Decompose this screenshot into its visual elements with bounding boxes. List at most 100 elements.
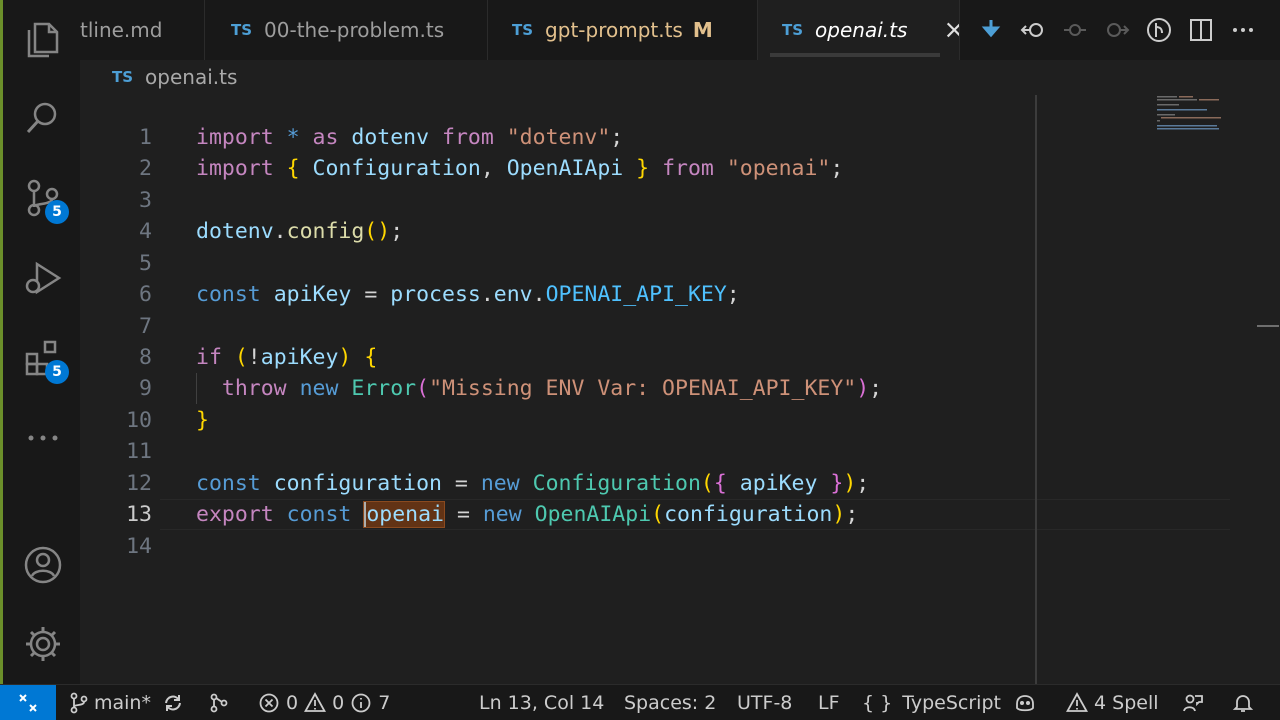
- extensions-button[interactable]: 5: [3, 328, 83, 388]
- info-icon: [351, 693, 371, 713]
- spell-check-indicator[interactable]: 4 Spell: [1066, 685, 1159, 720]
- tab-outline-md[interactable]: tline.md: [80, 0, 205, 60]
- line-number: 7: [139, 314, 152, 339]
- code-line[interactable]: 11: [80, 436, 1080, 467]
- notifications-button[interactable]: [1232, 685, 1254, 720]
- close-icon[interactable]: ×: [943, 15, 959, 45]
- code-line[interactable]: 14: [80, 531, 1080, 562]
- tab-openai[interactable]: TS openai.ts ×: [758, 0, 960, 60]
- branch-name: main*: [94, 692, 151, 714]
- line-number: 9: [139, 376, 152, 401]
- go-back-icon: [1020, 23, 1043, 37]
- arrow-down-button[interactable]: [970, 0, 1012, 60]
- info-count: 7: [378, 692, 391, 714]
- spell-label: 4 Spell: [1094, 692, 1159, 714]
- warning-icon: [1066, 692, 1088, 712]
- line-number: 13: [126, 502, 152, 527]
- code-line[interactable]: 9 throw new Error("Missing ENV Var: OPEN…: [80, 373, 1080, 404]
- bell-icon: [1232, 695, 1254, 712]
- editor-toolbar: [970, 0, 1264, 60]
- code-line[interactable]: 7: [80, 311, 1080, 342]
- code-line[interactable]: 6 const apiKey = process.env.OPENAI_API_…: [80, 279, 1080, 310]
- ts-file-icon: TS: [782, 21, 804, 39]
- go-back-button[interactable]: [1012, 0, 1054, 60]
- code-editor[interactable]: 1 import * as dotenv from "dotenv"; 2 im…: [80, 95, 1280, 684]
- line-number: 1: [139, 125, 152, 150]
- source-control-badge: 5: [45, 200, 69, 224]
- git-compare-icon: [1147, 18, 1171, 42]
- search-button[interactable]: [3, 88, 83, 148]
- encoding-selector[interactable]: UTF-8: [737, 685, 792, 720]
- indentation-selector[interactable]: Spaces: 2: [624, 685, 716, 720]
- code-text: }: [196, 408, 209, 433]
- tab-label: tline.md: [80, 18, 163, 42]
- code-line[interactable]: 12 const configuration = new Configurati…: [80, 468, 1080, 499]
- line-number: 14: [126, 534, 152, 559]
- code-text: export const openai = new OpenAIApi(conf…: [196, 501, 859, 528]
- line-number: 5: [139, 251, 152, 276]
- more-button[interactable]: [3, 408, 83, 468]
- explorer-button[interactable]: [3, 10, 83, 70]
- code-line[interactable]: 8 if (!apiKey) {: [80, 342, 1080, 373]
- scrollbar-marker[interactable]: [1257, 325, 1279, 327]
- code-text: if (!apiKey) {: [196, 345, 378, 370]
- tab-label: 00-the-problem.ts: [264, 18, 445, 42]
- eol-selector[interactable]: LF: [818, 685, 840, 720]
- search-icon: [26, 102, 57, 134]
- feedback-button[interactable]: [1182, 685, 1204, 720]
- code-text: throw new Error("Missing ENV Var: OPENAI…: [221, 376, 883, 401]
- code-text: const apiKey = process.env.OPENAI_API_KE…: [196, 282, 740, 307]
- code-text: const configuration = new Configuration(…: [196, 471, 870, 496]
- breadcrumb-file[interactable]: openai.ts: [145, 65, 237, 89]
- ellipsis-icon: [1233, 28, 1253, 32]
- minimap[interactable]: [1155, 95, 1235, 135]
- activity-bar: 5 5: [0, 0, 80, 684]
- breadcrumb[interactable]: TS openai.ts: [112, 62, 237, 92]
- source-control-button[interactable]: 5: [3, 168, 83, 228]
- go-forward-icon: [1107, 23, 1130, 37]
- manage-button[interactable]: [3, 614, 83, 674]
- settings-gear-icon: [26, 627, 60, 661]
- remote-icon: [19, 693, 37, 712]
- status-bar: main* 0 0 7 Ln 13, Col 14 Spaces: 2 UTF-…: [0, 684, 1280, 720]
- split-editor-button[interactable]: [1180, 0, 1222, 60]
- code-line[interactable]: 2 import { Configuration, OpenAIApi } fr…: [80, 153, 1080, 184]
- more-actions-button[interactable]: [1222, 0, 1264, 60]
- problems-indicator[interactable]: 0 0 7: [258, 685, 390, 720]
- git-graph-button[interactable]: [208, 685, 230, 720]
- line-number: 4: [139, 219, 152, 244]
- account-icon: [24, 546, 62, 584]
- code-line[interactable]: 5: [80, 248, 1080, 279]
- tab-scrollbar[interactable]: [770, 53, 940, 57]
- language-label: TypeScript: [902, 692, 1001, 714]
- run-debug-icon: [25, 261, 62, 295]
- remote-button[interactable]: [0, 684, 56, 720]
- line-number: 12: [126, 471, 152, 496]
- code-line[interactable]: 1 import * as dotenv from "dotenv";: [80, 122, 1080, 153]
- git-graph-icon: [210, 693, 228, 713]
- copilot-button[interactable]: [1014, 685, 1036, 720]
- timeline-button[interactable]: [1054, 0, 1096, 60]
- editor-ruler: [1035, 95, 1037, 684]
- sync-button[interactable]: [162, 685, 184, 720]
- language-mode-selector[interactable]: { } TypeScript: [862, 685, 1001, 720]
- sync-icon: [165, 695, 181, 711]
- tab-00-the-problem[interactable]: TS 00-the-problem.ts: [205, 0, 488, 60]
- warning-icon: [304, 692, 327, 712]
- code-line[interactable]: 4 dotenv.config();: [80, 216, 1080, 247]
- run-debug-button[interactable]: [3, 248, 83, 308]
- code-line-current[interactable]: 13 export const openai = new OpenAIApi(c…: [80, 499, 1080, 530]
- git-compare-button[interactable]: [1138, 0, 1180, 60]
- code-line[interactable]: 3: [80, 185, 1080, 216]
- error-icon: [259, 693, 279, 713]
- line-number: 10: [126, 408, 152, 433]
- code-line[interactable]: 10 }: [80, 405, 1080, 436]
- branch-indicator[interactable]: main*: [68, 685, 151, 720]
- cursor-position[interactable]: Ln 13, Col 14: [479, 685, 604, 720]
- accounts-button[interactable]: [3, 535, 83, 595]
- line-number: 8: [139, 345, 152, 370]
- copilot-icon: [1016, 695, 1034, 712]
- more-icon: [28, 435, 58, 441]
- tab-gpt-prompt[interactable]: TS gpt-prompt.ts M: [488, 0, 758, 60]
- go-forward-button[interactable]: [1096, 0, 1138, 60]
